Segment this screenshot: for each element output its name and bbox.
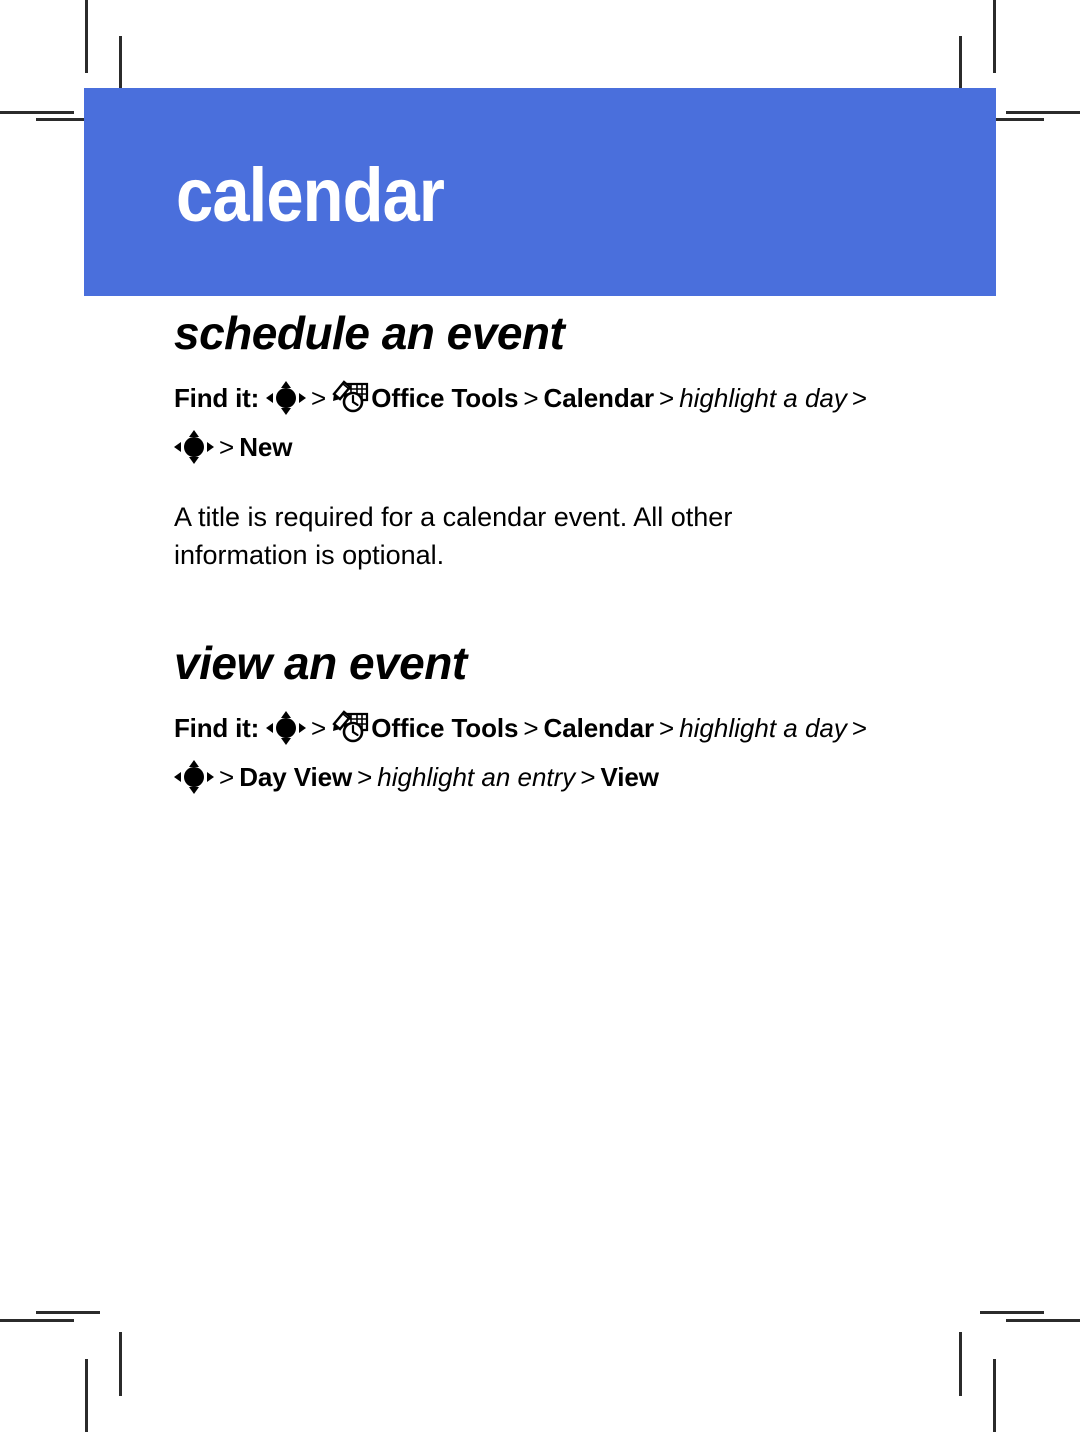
menu-item-view[interactable]: View xyxy=(601,762,659,792)
section-heading: schedule an event xyxy=(174,307,565,359)
path-separator: > xyxy=(659,383,675,413)
crop-mark-bottom-left-inner-horizontal xyxy=(36,1311,100,1314)
menu-item-office-tools[interactable]: Office Tools xyxy=(371,383,518,413)
crop-mark-bottom-right-outer-vertical xyxy=(993,1359,996,1432)
find-it-path: Find it: > Office Tools > Calendar > highligh… xyxy=(174,378,874,427)
path-separator: > xyxy=(851,713,868,743)
path-separator: > xyxy=(219,432,235,462)
office-tools-icon xyxy=(331,710,371,744)
path-separator: > xyxy=(580,762,596,792)
find-it-path: Find it: > Office Tools > Calendar > highligh… xyxy=(174,708,874,757)
chapter-title-banner: calendar xyxy=(84,88,996,296)
menu-item-new[interactable]: New xyxy=(239,432,292,462)
office-tools-icon xyxy=(331,380,371,414)
section-heading: view an event xyxy=(174,637,467,689)
path-separator: > xyxy=(357,762,373,792)
instruction-highlight-a-day: highlight a day xyxy=(679,713,847,743)
path-separator: > xyxy=(311,383,327,413)
section-view-an-event: view an event Find it: > Office Tools > Cal… xyxy=(174,636,890,806)
section-schedule-an-event: schedule an event Find it: > Office Tools… xyxy=(174,306,890,574)
crop-mark-top-left-outer-horizontal xyxy=(0,111,74,114)
instruction-highlight-a-day: highlight a day xyxy=(679,383,847,413)
menu-item-day-view[interactable]: Day View xyxy=(239,762,352,792)
crop-mark-bottom-right-inner-vertical xyxy=(959,1332,962,1396)
path-separator: > xyxy=(659,713,675,743)
menu-item-office-tools[interactable]: Office Tools xyxy=(371,713,518,743)
crop-mark-bottom-right-outer-horizontal xyxy=(1006,1319,1080,1322)
path-separator: > xyxy=(851,383,868,413)
menu-item-calendar[interactable]: Calendar xyxy=(544,383,655,413)
section-body-text: A title is required for a calendar event… xyxy=(174,502,733,570)
navigation-key-icon xyxy=(174,430,214,464)
navigation-key-icon xyxy=(266,381,307,415)
path-separator: > xyxy=(219,762,235,792)
path-separator: > xyxy=(523,383,539,413)
page-title: calendar xyxy=(176,153,445,238)
content-column: schedule an event Find it: > Office Tools… xyxy=(174,306,890,806)
crop-mark-top-right-outer-vertical xyxy=(993,0,996,73)
find-it-label: Find it: xyxy=(174,713,260,743)
find-it-path-line2: > New xyxy=(174,427,874,476)
navigation-key-icon xyxy=(266,711,307,745)
menu-item-calendar[interactable]: Calendar xyxy=(544,713,655,743)
find-it-path-line2: > Day View > highlight an entry > View xyxy=(174,757,874,806)
crop-mark-bottom-left-outer-horizontal xyxy=(0,1319,74,1322)
instruction-highlight-an-entry: highlight an entry xyxy=(377,762,576,792)
crop-mark-top-right-outer-horizontal xyxy=(1006,111,1080,114)
crop-mark-top-left-outer-vertical xyxy=(85,0,88,73)
path-separator: > xyxy=(523,713,539,743)
crop-mark-bottom-left-outer-vertical xyxy=(85,1359,88,1432)
navigation-key-icon xyxy=(174,760,214,794)
manual-page: calendar schedule an event Find it: > Off… xyxy=(0,0,1080,1432)
find-it-label: Find it: xyxy=(174,383,260,413)
crop-mark-bottom-left-inner-vertical xyxy=(119,1332,122,1396)
crop-mark-bottom-right-inner-horizontal xyxy=(980,1311,1044,1314)
path-separator: > xyxy=(311,713,327,743)
